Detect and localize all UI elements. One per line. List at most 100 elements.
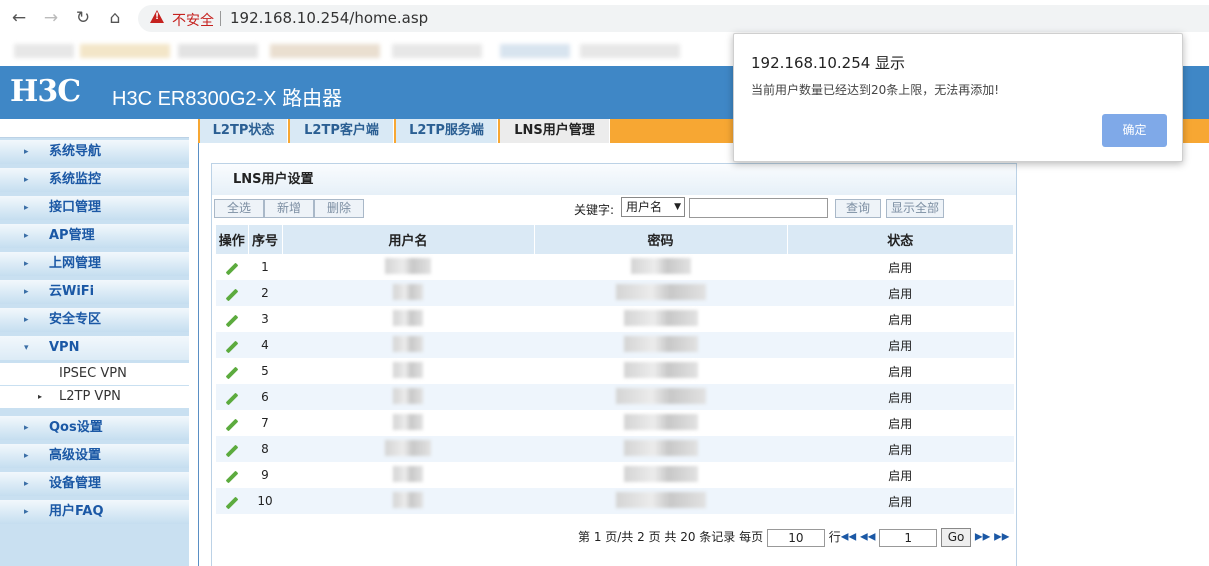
last-page-icon[interactable]: ▶▶ [994, 532, 1009, 543]
column-header: 状态 [787, 225, 1014, 254]
row-number: 3 [261, 312, 269, 326]
ok-button[interactable]: 确定 [1102, 114, 1167, 147]
page-input[interactable]: 1 [879, 528, 938, 547]
warning-icon [150, 10, 164, 23]
column-header: 操作 [216, 225, 249, 254]
table-row: 3 启用 [216, 306, 1014, 332]
url-text[interactable]: 192.168.10.254/home.asp [230, 9, 428, 27]
address-bar[interactable]: 不安全 192.168.10.254/home.asp [138, 5, 1209, 32]
keyword-label: 关键字: [574, 203, 615, 217]
password-blurred [623, 335, 698, 352]
chevron-down-icon: ▾ [24, 343, 29, 353]
h3c-logo: H3C [10, 74, 81, 109]
password-blurred [623, 361, 698, 378]
edit-icon[interactable] [225, 288, 239, 302]
sidebar-item-ap[interactable]: ▸ AP管理 [0, 224, 189, 248]
tab-l2tp-server[interactable]: L2TP服务端 [396, 119, 498, 143]
status-cell: 启用 [888, 468, 913, 483]
row-number: 7 [261, 416, 269, 430]
lns-user-table: 操作 序号 用户名 密码 状态 1 启用 2 启用 3 启用 4 启用 5 启用… [216, 225, 1014, 514]
status-cell: 启用 [787, 384, 1014, 410]
sidebar-item-faq[interactable]: ▸ 用户FAQ [0, 500, 189, 524]
sidebar-item-security[interactable]: ▸ 安全专区 [0, 308, 189, 332]
sidebar-item-system-nav[interactable]: ▸ 系统导航 [0, 140, 189, 164]
tab-l2tp-client[interactable]: L2TP客户端 [290, 119, 394, 143]
pager-row-label: 行 [828, 530, 841, 544]
sidebar-item-internet[interactable]: ▸ 上网管理 [0, 252, 189, 276]
sidebar-item-advanced[interactable]: ▸ 高级设置 [0, 444, 189, 468]
table-row: 7 启用 [216, 410, 1014, 436]
content-divider [198, 143, 199, 566]
status-cell: 启用 [888, 312, 913, 327]
sidebar-item-interface[interactable]: ▸ 接口管理 [0, 196, 189, 220]
per-page-input[interactable]: 10 [766, 528, 825, 547]
edit-icon[interactable] [225, 262, 239, 276]
first-page-icon[interactable]: ◀◀ [841, 532, 856, 543]
edit-icon[interactable] [225, 496, 239, 510]
keyword-select[interactable]: 用户名 ▼ [621, 197, 685, 217]
username-blurred [393, 283, 423, 300]
sidebar-item-device[interactable]: ▸ 设备管理 [0, 472, 189, 496]
username-blurred [385, 439, 431, 456]
sidebar-subitem-l2tp-vpn[interactable]: ▸ L2TP VPN [0, 386, 189, 408]
row-number: 4 [248, 332, 282, 358]
username-blurred [393, 413, 423, 430]
username-blurred [393, 335, 423, 352]
password-blurred [623, 439, 698, 456]
username-blurred [393, 465, 423, 482]
table-row: 6 启用 [216, 384, 1014, 410]
pager-summary: 第 1 页/共 2 页 共 20 条记录 每页 [578, 530, 764, 544]
edit-icon[interactable] [225, 314, 239, 328]
sidebar-item-cloud-wifi[interactable]: ▸ 云WiFi [0, 280, 189, 304]
sidebar-item-vpn[interactable]: ▾ VPN [0, 336, 189, 360]
sidebar-item-system-monitor[interactable]: ▸ 系统监控 [0, 168, 189, 192]
home-icon[interactable]: ⌂ [104, 7, 126, 29]
table-row: 10 启用 [216, 488, 1014, 514]
row-number: 10 [248, 488, 282, 514]
table-row: 5 启用 [216, 358, 1014, 384]
forward-icon[interactable]: → [40, 7, 62, 29]
prev-page-icon[interactable]: ◀◀ [860, 532, 875, 543]
edit-icon[interactable] [225, 470, 239, 484]
edit-icon[interactable] [225, 392, 239, 406]
row-number: 1 [261, 260, 269, 274]
panel-title: LNS用户设置 [212, 164, 1016, 195]
arrow-icon: ▸ [24, 451, 29, 461]
arrow-icon: ▸ [24, 175, 29, 185]
arrow-icon: ▸ [24, 423, 29, 433]
divider [220, 11, 221, 26]
edit-icon[interactable] [225, 340, 239, 354]
tab-lns-user-management[interactable]: LNS用户管理 [500, 119, 610, 143]
sidebar: ▸ 系统导航 ▸ 系统监控 ▸ 接口管理 ▸ AP管理 ▸ 上网管理 ▸ 云WiFi ▸ 安全… [0, 119, 189, 566]
table-row: 8 启用 [216, 436, 1014, 462]
edit-icon[interactable] [225, 418, 239, 432]
back-icon[interactable]: ← [8, 7, 30, 29]
row-number: 5 [261, 364, 269, 378]
password-blurred [623, 465, 698, 482]
keyword-input[interactable] [689, 198, 828, 218]
show-all-button[interactable]: 显示全部 [886, 199, 944, 218]
next-page-icon[interactable]: ▶▶ [975, 532, 990, 543]
reload-icon[interactable]: ↻ [72, 7, 94, 29]
tab-l2tp-status[interactable]: L2TP状态 [200, 119, 288, 143]
sidebar-subitem-ipsec-vpn[interactable]: IPSEC VPN [0, 363, 189, 385]
dialog-title: 192.168.10.254 显示 [751, 54, 906, 72]
security-label: 不安全 [172, 13, 214, 29]
select-all-button[interactable]: 全选 [214, 199, 264, 218]
status-cell: 启用 [787, 280, 1014, 306]
status-cell: 启用 [888, 416, 913, 431]
go-button[interactable]: Go [941, 528, 972, 547]
delete-button[interactable]: 删除 [314, 199, 364, 218]
username-blurred [393, 309, 423, 326]
row-number: 8 [248, 436, 282, 462]
status-cell: 启用 [787, 488, 1014, 514]
query-button[interactable]: 查询 [835, 199, 881, 218]
status-cell: 启用 [888, 364, 913, 379]
arrow-icon: ▸ [24, 231, 29, 241]
sidebar-item-qos[interactable]: ▸ Qos设置 [0, 416, 189, 440]
edit-icon[interactable] [225, 366, 239, 380]
password-blurred [615, 283, 706, 300]
edit-icon[interactable] [225, 444, 239, 458]
add-button[interactable]: 新增 [264, 199, 314, 218]
arrow-icon: ▸ [24, 147, 29, 157]
